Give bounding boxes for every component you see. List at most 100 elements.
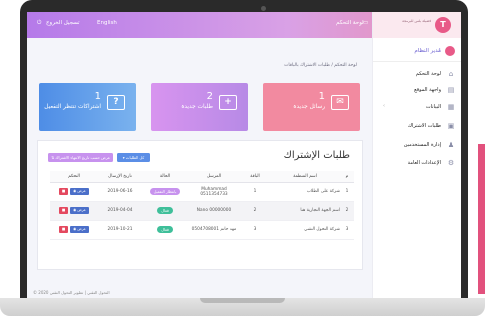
requests-panel: طلبات الإشتراك ⇅ عرض حسب تاريخ الانتهاء … xyxy=(37,140,363,270)
view-button[interactable]: عرض ◉ xyxy=(70,226,89,233)
power-icon[interactable]: ⏻ xyxy=(37,20,41,27)
card-number: 2 xyxy=(206,91,213,102)
language-link[interactable]: English xyxy=(97,20,117,26)
table-row[interactable]: 2 اسم الجهة التجارية هنا 2 Nano 00000000… xyxy=(50,201,354,221)
cell-date: 2019-04-04 xyxy=(98,201,142,221)
cell-date: 2019-10-21 xyxy=(98,220,142,240)
cell-status: فعال xyxy=(142,201,188,221)
view-button[interactable]: عرض ◉ xyxy=(70,188,89,195)
col-header: اسم المنظمة xyxy=(270,171,340,183)
cell-org: شركة على الطلاب xyxy=(270,182,340,202)
col-header: المرسل xyxy=(188,171,240,183)
logo-icon: T xyxy=(435,17,451,33)
delete-button[interactable]: ■ xyxy=(59,188,69,195)
status-badge: فعال xyxy=(157,225,173,234)
mail-icon: ✉ xyxy=(331,95,349,110)
table-header-row: م اسم المنظمة الباقة المرسل الحالة تاريخ… xyxy=(50,171,354,183)
delete-button[interactable]: ■ xyxy=(59,226,69,233)
logo-text: فضيلة بلس للبرمجة xyxy=(402,19,431,23)
delete-button[interactable]: ■ xyxy=(59,207,69,214)
cell-status: بانتظار التفعيل xyxy=(142,182,188,202)
cell-org: اسم الجهة التجارية هنا xyxy=(270,201,340,221)
col-header: التحكم xyxy=(50,171,98,183)
sidebar: فضيلة بلس للبرمجة T مُدير النظام لوحة ال… xyxy=(372,12,461,298)
sidebar-item-label: الإعدادات العامة xyxy=(407,160,441,166)
col-header: الباقة xyxy=(240,171,270,183)
sidebar-item-label: طلبات الاشتراك xyxy=(407,123,441,129)
sidebar-item-data[interactable]: ‹ البيانات ▦ xyxy=(373,100,461,116)
database-icon: ▦ xyxy=(447,103,455,111)
breadcrumb[interactable]: لوحة التحكم / طلبات الاشتراك بالباقات xyxy=(217,63,357,68)
footer-text: © 2020 التحول التقني | تطوير التحول التق… xyxy=(33,290,110,295)
view-button[interactable]: عرض ◉ xyxy=(70,207,89,214)
sidebar-item-label: البيانات xyxy=(425,104,441,110)
sidebar-item-label: واجهة الموقع xyxy=(414,87,441,93)
sidebar-item-users[interactable]: إدارة المستخدمين ♟ xyxy=(373,138,461,154)
user-profile[interactable]: مُدير النظام xyxy=(373,40,461,62)
cell-status: فعال xyxy=(142,220,188,240)
settings-icon: ⚙ xyxy=(447,159,455,167)
card-pending-subscriptions[interactable]: 1 اشتراكات تنتظر التفعيل ? xyxy=(39,83,136,131)
sidebar-item-label: لوحة التحكم xyxy=(415,71,441,77)
laptop-notch xyxy=(200,298,285,303)
sort-by-expiry-button[interactable]: ⇅ عرض حسب تاريخ الانتهاء الاشتراك xyxy=(48,153,113,162)
cell-no: 1 xyxy=(340,182,354,202)
view-label: عرض xyxy=(77,189,86,193)
logo-area[interactable]: فضيلة بلس للبرمجة T xyxy=(373,12,461,38)
view-label: عرض xyxy=(77,227,86,231)
home-icon: ⌂ xyxy=(448,70,454,78)
layout-icon: ▤ xyxy=(447,86,455,94)
cell-package: 2 xyxy=(240,201,270,221)
col-header: تاريخ الإرسال xyxy=(98,171,142,183)
trash-icon: ■ xyxy=(61,208,66,212)
stage: ⏻ تسجيل الخروج English لوحة التحكم ▭ فضي… xyxy=(0,0,485,335)
all-requests-button[interactable]: ▾ كل الطلبات xyxy=(117,153,150,162)
col-header: م xyxy=(340,171,354,183)
sidebar-item-dashboard[interactable]: لوحة التحكم ⌂ xyxy=(373,67,461,83)
cell-actions: عرض ◉ ■ xyxy=(50,182,98,202)
panel-title: طلبات الإشتراك xyxy=(283,150,350,161)
card-new-requests[interactable]: 2 طلبات جديدة + xyxy=(151,83,248,131)
trash-icon: ■ xyxy=(61,189,66,193)
card-number: 1 xyxy=(318,91,325,102)
cell-package: 3 xyxy=(240,220,270,240)
user-name: مُدير النظام xyxy=(414,48,441,54)
eye-icon: ◉ xyxy=(73,189,77,193)
card-label: رسائل جديدة xyxy=(293,104,325,110)
camera-dot xyxy=(261,6,266,11)
cell-no: 3 xyxy=(340,220,354,240)
main-content: لوحة التحكم / طلبات الاشتراك بالباقات 1 … xyxy=(27,38,372,298)
table-row[interactable]: 3 شركة التحول التقني 3 مهد حاتم 05047080… xyxy=(50,220,354,240)
requests-table: م اسم المنظمة الباقة المرسل الحالة تاريخ… xyxy=(50,171,354,240)
cell-date: 2019-06-16 xyxy=(98,182,142,202)
all-button-label: كل الطلبات xyxy=(125,155,145,160)
decorative-accent-bar xyxy=(478,144,485,294)
users-icon: ♟ xyxy=(447,141,455,149)
sidebar-item-settings[interactable]: الإعدادات العامة ⚙ xyxy=(373,156,461,172)
cell-sender: Muhammad 0511354733 xyxy=(188,182,240,202)
sidebar-item-requests[interactable]: طلبات الاشتراك ▣ xyxy=(373,119,461,135)
eye-icon: ◉ xyxy=(73,227,77,231)
trash-icon: ■ xyxy=(61,227,66,231)
app-screen: ⏻ تسجيل الخروج English لوحة التحكم ▭ فضي… xyxy=(27,12,461,298)
plus-icon: + xyxy=(219,95,237,110)
eye-icon: ◉ xyxy=(73,208,77,212)
cell-sender: Nano 00000000 xyxy=(188,201,240,221)
card-new-messages[interactable]: 1 رسائل جديدة ✉ xyxy=(263,83,360,131)
cell-actions: عرض ◉ ■ xyxy=(50,220,98,240)
cell-package: 1 xyxy=(240,182,270,202)
monitor-icon: ▭ xyxy=(363,20,369,26)
table-row[interactable]: 1 شركة على الطلاب 1 Muhammad 0511354733 … xyxy=(50,182,354,202)
logout-link[interactable]: تسجيل الخروج xyxy=(46,20,80,26)
cell-org: شركة التحول التقني xyxy=(270,220,340,240)
requests-icon: ▣ xyxy=(447,122,455,130)
status-badge: بانتظار التفعيل xyxy=(149,187,181,196)
dashboard-link[interactable]: لوحة التحكم xyxy=(336,20,364,26)
card-number: 1 xyxy=(94,91,101,102)
cell-actions: عرض ◉ ■ xyxy=(50,201,98,221)
cell-no: 2 xyxy=(340,201,354,221)
status-badge: فعال xyxy=(157,206,173,215)
card-label: طلبات جديدة xyxy=(181,104,213,110)
avatar xyxy=(445,46,455,56)
sidebar-item-site-interface[interactable]: واجهة الموقع ▤ xyxy=(373,83,461,99)
